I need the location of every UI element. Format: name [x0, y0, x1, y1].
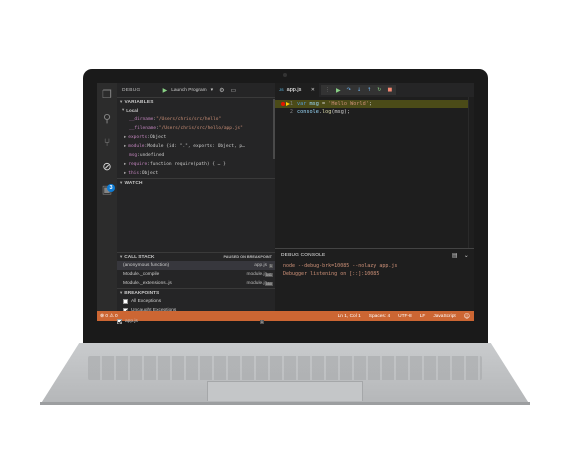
continue-icon[interactable]: ▶ [336, 87, 341, 94]
variable-row[interactable]: msg: undefined [117, 151, 275, 160]
chevron-right-icon: ▸ [124, 162, 127, 167]
webcam [283, 73, 287, 77]
laptop-stage: ❐ ⚲ ⑂ ⊘ ▣ 3 DEBUG ▶ Launch Program ▾ ⚙ ▭ [0, 0, 570, 476]
errors-indicator[interactable]: ⊗ 0 ⚠ 0 [100, 314, 118, 319]
touchpad [207, 381, 363, 401]
watch-section-header[interactable]: ▾ WATCH [117, 178, 275, 187]
breakpoint-app-js[interactable]: app.js 1 [117, 317, 267, 326]
variable-row[interactable]: __dirname: "/Users/chris/src/hello" [117, 115, 275, 124]
laptop-lid: ❐ ⚲ ⑂ ⊘ ▣ 3 DEBUG ▶ Launch Program ▾ ⚙ ▭ [83, 69, 488, 345]
code-line: 2 console. log (msg); [289, 109, 351, 115]
gear-icon[interactable]: ⚙ [219, 87, 224, 94]
javascript-file-icon: JS [279, 88, 284, 92]
stop-icon[interactable]: ■ [387, 87, 392, 93]
editor-scrollbar[interactable] [468, 97, 474, 248]
activity-bar: ❐ ⚲ ⑂ ⊘ ▣ 3 [97, 83, 117, 311]
console-output-line: node --debug-brk=10085 --nolazy app.js [283, 263, 398, 269]
search-icon[interactable]: ⚲ [100, 112, 114, 126]
variable-row[interactable]: ▸ module: Module {id: ".", exports: Obje… [117, 142, 275, 151]
variables-section-header[interactable]: ▾ VARIABLES [117, 97, 275, 106]
restart-icon[interactable]: ↻ [377, 87, 381, 93]
call-stack-frame[interactable]: Module._extensions..js module.js 550 [117, 279, 275, 288]
language-mode[interactable]: JavaScript [433, 314, 455, 319]
debug-console-panel: DEBUG CONSOLE ▤ ⌄ node --debug-brk=10085… [275, 248, 474, 311]
feedback-smiley-icon[interactable]: ☺ [464, 313, 470, 320]
chevron-down-icon: ▾ [120, 254, 123, 259]
step-over-icon[interactable]: ↷ [347, 87, 351, 93]
code-line: 1 var msg = 'Hello World'; [275, 100, 474, 108]
debug-console-header: DEBUG CONSOLE ▤ ⌄ [281, 252, 469, 259]
debug-actions-toolbar: ⋮ ▶ ↷ ↓ ↑ ↻ ■ [321, 85, 397, 95]
terminal-icon[interactable]: ▭ [230, 87, 236, 94]
laptop-base-edge [40, 402, 530, 405]
checkbox[interactable] [117, 319, 122, 324]
breakpoint-icon[interactable] [281, 102, 285, 106]
end-of-line[interactable]: LF [420, 314, 426, 319]
keyboard [88, 356, 482, 380]
breakpoints-section-header[interactable]: ▾ BREAKPOINTS [117, 288, 275, 297]
drag-handle-icon[interactable]: ⋮ [325, 87, 330, 93]
chevron-down-icon: ▾ [120, 290, 123, 295]
chevron-down-icon: ▾ [120, 180, 123, 185]
chevron-down-icon: ▾ [120, 99, 123, 104]
extensions-badge: 3 [107, 184, 115, 192]
scope-local[interactable]: ▾ Local [117, 106, 275, 115]
paused-status: PAUSED ON BREAKPOINT [223, 255, 272, 259]
breakpoint-all-exceptions[interactable]: All Exceptions [123, 297, 273, 306]
console-output-line: Debugger listening on [::]:10085 [283, 271, 380, 277]
chevron-right-icon: ▸ [124, 135, 127, 140]
cursor-position[interactable]: Ln 1, Col 1 [338, 314, 361, 319]
current-line-arrow-icon [286, 101, 290, 106]
files-icon[interactable]: ❐ [100, 88, 114, 102]
clear-console-icon[interactable]: ▤ [452, 252, 458, 259]
debug-title: DEBUG [122, 87, 141, 93]
chevron-right-icon: ▸ [124, 171, 127, 176]
encoding[interactable]: UTF-8 [398, 314, 412, 319]
chevron-down-icon: ▾ [122, 108, 125, 113]
launch-config-select[interactable]: Launch Program [171, 88, 206, 93]
editor-tabs: JS app.js ✕ ⋮ ▶ ↷ ↓ ↑ ↻ ■ [275, 83, 474, 97]
debug-toolbar: DEBUG ▶ Launch Program ▾ ⚙ ▭ [117, 83, 275, 97]
variable-row[interactable]: ▸ require: function require(path) { … } [117, 160, 275, 169]
code-view[interactable]: 1 var msg = 'Hello World'; 2 console. log… [275, 100, 474, 116]
call-stack-frame[interactable]: (anonymous function) app.js 1 [117, 261, 275, 270]
step-out-icon[interactable]: ↑ [367, 87, 371, 93]
checkbox[interactable] [123, 299, 128, 304]
laptop-screen: ❐ ⚲ ⑂ ⊘ ▣ 3 DEBUG ▶ Launch Program ▾ ⚙ ▭ [97, 83, 474, 333]
debug-sidebar: DEBUG ▶ Launch Program ▾ ⚙ ▭ ▾ VARIABLES… [117, 83, 275, 313]
variable-row[interactable]: ▸ exports: Object [117, 133, 275, 142]
config-dropdown-icon[interactable]: ▾ [211, 88, 213, 93]
chevron-right-icon: ▸ [124, 144, 127, 149]
tab-app-js[interactable]: JS app.js ✕ [275, 83, 319, 97]
call-stack-section-header[interactable]: ▾ CALL STACK PAUSED ON BREAKPOINT [117, 252, 275, 261]
chevron-down-icon[interactable]: ⌄ [464, 252, 469, 259]
git-icon[interactable]: ⑂ [100, 136, 114, 150]
call-stack-frame[interactable]: Module._compile module.js 541 [117, 270, 275, 279]
start-debugging-icon[interactable]: ▶ [163, 87, 168, 94]
step-into-icon[interactable]: ↓ [357, 87, 361, 93]
close-icon[interactable]: ✕ [311, 87, 315, 93]
editor-area: JS app.js ✕ ⋮ ▶ ↷ ↓ ↑ ↻ ■ 1 var msg = 'H… [275, 83, 474, 248]
variable-row[interactable]: __filename: "/Users/chris/src/hello/app.… [117, 124, 275, 133]
debug-icon[interactable]: ⊘ [100, 160, 114, 174]
indentation[interactable]: Spaces: 4 [369, 314, 390, 319]
variable-row[interactable]: ▸ this: Object [117, 169, 275, 178]
